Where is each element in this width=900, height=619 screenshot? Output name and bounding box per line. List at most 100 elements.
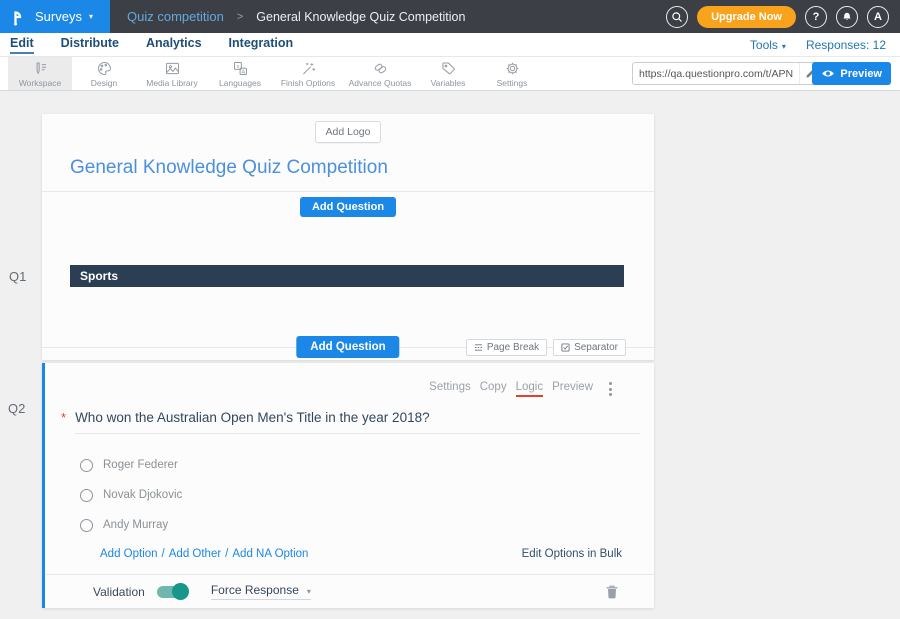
radio-button[interactable] [80, 489, 93, 502]
question-number-q2: Q2 [8, 401, 25, 416]
question-card-q2: Settings Copy Logic Preview * Who won th… [42, 363, 654, 608]
option-label[interactable]: Roger Federer [103, 459, 178, 471]
add-other-link[interactable]: Add Other [169, 548, 221, 560]
chain-link-icon [372, 60, 389, 77]
svg-text:x: x [236, 63, 239, 69]
add-question-button[interactable]: Add Question [300, 197, 396, 217]
question-row: * Who won the Australian Open Men's Titl… [61, 410, 654, 425]
option-row: Andy Murray [80, 510, 654, 540]
page-break-row: Add Question Page Break Separator [42, 334, 654, 359]
image-icon [164, 60, 181, 77]
tools-menu[interactable]: Tools▾ [750, 38, 786, 52]
tab-edit[interactable]: Edit [10, 36, 34, 54]
option-links-row: Add Option/Add Other/Add NA Option Edit … [100, 548, 622, 560]
breadcrumb-separator: > [237, 11, 243, 23]
tool-settings[interactable]: Settings [480, 57, 544, 90]
palette-icon [96, 60, 113, 77]
option-row: Roger Federer [80, 450, 654, 480]
survey-title[interactable]: General Knowledge Quiz Competition [70, 157, 654, 179]
question-settings-link[interactable]: Settings [429, 381, 471, 397]
option-row: Novak Djokovic [80, 480, 654, 510]
tool-workspace[interactable]: Workspace [8, 57, 72, 90]
add-question-button[interactable]: Add Question [296, 336, 399, 358]
required-marker: * [61, 410, 66, 425]
magic-wand-icon [300, 60, 317, 77]
question-logic-link[interactable]: Logic [516, 381, 544, 397]
tool-variables[interactable]: Variables [416, 57, 480, 90]
page-break-icon [474, 343, 483, 352]
chevron-down-icon: ▾ [89, 12, 93, 21]
separator-button[interactable]: Separator [553, 339, 626, 356]
section-header-sports[interactable]: Sports [70, 265, 624, 287]
add-logo-button[interactable]: Add Logo [315, 121, 382, 143]
option-label[interactable]: Novak Djokovic [103, 489, 182, 501]
tag-icon [440, 60, 457, 77]
topbar-actions: Upgrade Now ? A [666, 6, 900, 28]
survey-url-input[interactable] [633, 68, 799, 80]
separator-checkbox-icon [561, 343, 570, 352]
bell-icon [841, 11, 853, 23]
tab-distribute[interactable]: Distribute [61, 36, 119, 54]
svg-text:A: A [241, 69, 245, 75]
option-label[interactable]: Andy Murray [103, 519, 168, 531]
breadcrumb-parent[interactable]: Quiz competition [127, 9, 224, 24]
notifications-button[interactable] [836, 6, 858, 28]
question-copy-link[interactable]: Copy [480, 381, 507, 397]
question-underline [75, 433, 640, 434]
tool-design[interactable]: Design [72, 57, 136, 90]
tool-languages[interactable]: xA Languages [208, 57, 272, 90]
tool-media-library[interactable]: Media Library [136, 57, 208, 90]
validation-label: Validation [93, 585, 145, 599]
radio-button[interactable] [80, 519, 93, 532]
surveys-menu[interactable]: Surveys ▾ [0, 0, 110, 33]
search-button[interactable] [666, 6, 688, 28]
search-icon [671, 11, 683, 23]
force-response-dropdown[interactable]: Force Response▾ [211, 583, 311, 600]
add-option-link[interactable]: Add Option [100, 548, 158, 560]
breadcrumb-current: General Knowledge Quiz Competition [256, 10, 465, 24]
surveys-menu-label: Surveys [35, 9, 82, 24]
survey-nav: Edit Distribute Analytics Integration To… [0, 33, 900, 57]
help-button[interactable]: ? [805, 6, 827, 28]
tool-advance-quotas[interactable]: Advance Quotas [344, 57, 416, 90]
tab-integration[interactable]: Integration [229, 36, 294, 54]
add-question-row: Add Question [42, 197, 654, 217]
divider [42, 191, 654, 192]
add-na-option-link[interactable]: Add NA Option [232, 548, 308, 560]
more-options-icon[interactable] [607, 380, 614, 398]
chevron-down-icon: ▾ [782, 42, 786, 51]
chevron-down-icon: ▾ [307, 587, 311, 596]
upgrade-now-button[interactable]: Upgrade Now [697, 6, 796, 28]
questionpro-logo-icon [11, 8, 26, 26]
logo-row: Add Logo [42, 114, 654, 143]
survey-workspace: Q1 Q2 Add Logo General Knowledge Quiz Co… [0, 91, 900, 619]
tab-analytics[interactable]: Analytics [146, 36, 202, 54]
avatar[interactable]: A [867, 6, 889, 28]
radio-button[interactable] [80, 459, 93, 472]
add-links: Add Option/Add Other/Add NA Option [100, 548, 308, 560]
question-number-q1: Q1 [9, 269, 26, 284]
question-text[interactable]: Who won the Australian Open Men's Title … [75, 410, 430, 425]
eye-icon [821, 69, 835, 78]
question-footer: Validation Force Response▾ [45, 575, 654, 608]
preview-button[interactable]: Preview [812, 62, 891, 85]
question-preview-link[interactable]: Preview [552, 381, 593, 397]
survey-card: Add Logo General Knowledge Quiz Competit… [42, 114, 654, 360]
subnav-right: Tools▾ Responses: 12 [750, 38, 890, 52]
gear-icon [504, 60, 521, 77]
edit-options-in-bulk-link[interactable]: Edit Options in Bulk [522, 548, 622, 560]
delete-question-button[interactable] [606, 585, 618, 599]
break-buttons: Page Break Separator [466, 339, 626, 356]
survey-url-box [632, 62, 822, 85]
translate-icon: xA [232, 60, 249, 77]
workspace-icon [32, 60, 49, 77]
question-actions: Settings Copy Logic Preview [45, 363, 654, 398]
top-bar: Surveys ▾ Quiz competition > General Kno… [0, 0, 900, 33]
page-break-button[interactable]: Page Break [466, 339, 547, 356]
validation-toggle[interactable] [157, 586, 187, 598]
edit-toolbar: Workspace Design Media Library xA Langua… [0, 57, 900, 91]
responses-link[interactable]: Responses: 12 [806, 38, 886, 52]
tool-finish-options[interactable]: Finish Options [272, 57, 344, 90]
trash-icon [606, 585, 618, 599]
answer-options: Roger Federer Novak Djokovic Andy Murray [45, 450, 654, 540]
